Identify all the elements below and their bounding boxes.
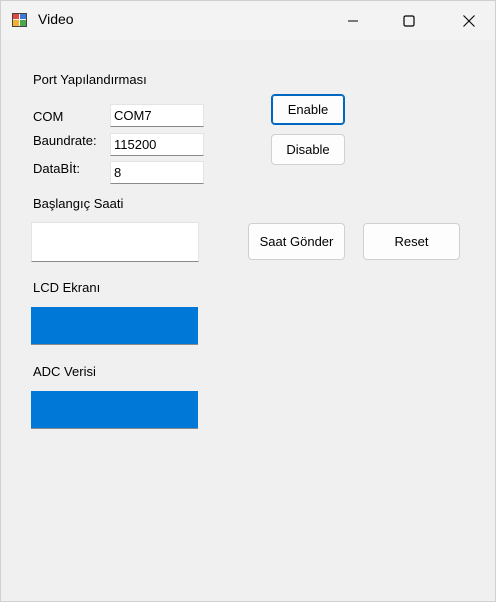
- start-time-heading: Başlangıç Saati: [33, 196, 124, 211]
- maximize-icon: [403, 14, 415, 27]
- enable-button[interactable]: Enable: [271, 94, 345, 125]
- start-time-field[interactable]: [31, 222, 199, 262]
- disable-button[interactable]: Disable: [271, 134, 345, 165]
- window-title: Video: [38, 11, 74, 27]
- app-icon: [12, 13, 27, 27]
- port-config-heading: Port Yapılandırması: [33, 72, 147, 87]
- minimize-icon: [348, 20, 358, 21]
- maximize-button[interactable]: [386, 1, 432, 40]
- com-label: COM: [33, 109, 64, 124]
- reset-button[interactable]: Reset: [363, 223, 460, 260]
- baudrate-label: Baundrate:: [33, 133, 97, 148]
- databit-label: DataBİt:: [33, 161, 80, 176]
- adc-display: [31, 391, 198, 429]
- title-bar[interactable]: Video: [1, 1, 495, 40]
- databit-field[interactable]: 8: [110, 161, 204, 184]
- lcd-display: [31, 307, 198, 345]
- close-icon: [463, 14, 475, 27]
- send-time-button[interactable]: Saat Gönder: [248, 223, 345, 260]
- close-button[interactable]: [446, 1, 492, 40]
- baudrate-field[interactable]: 115200: [110, 133, 204, 156]
- app-window: Video Port Yapılandırması COM COM7 Baund…: [0, 0, 496, 602]
- lcd-heading: LCD Ekranı: [33, 280, 101, 295]
- adc-heading: ADC Verisi: [33, 364, 96, 379]
- com-field[interactable]: COM7: [110, 104, 204, 127]
- minimize-button[interactable]: [330, 1, 376, 40]
